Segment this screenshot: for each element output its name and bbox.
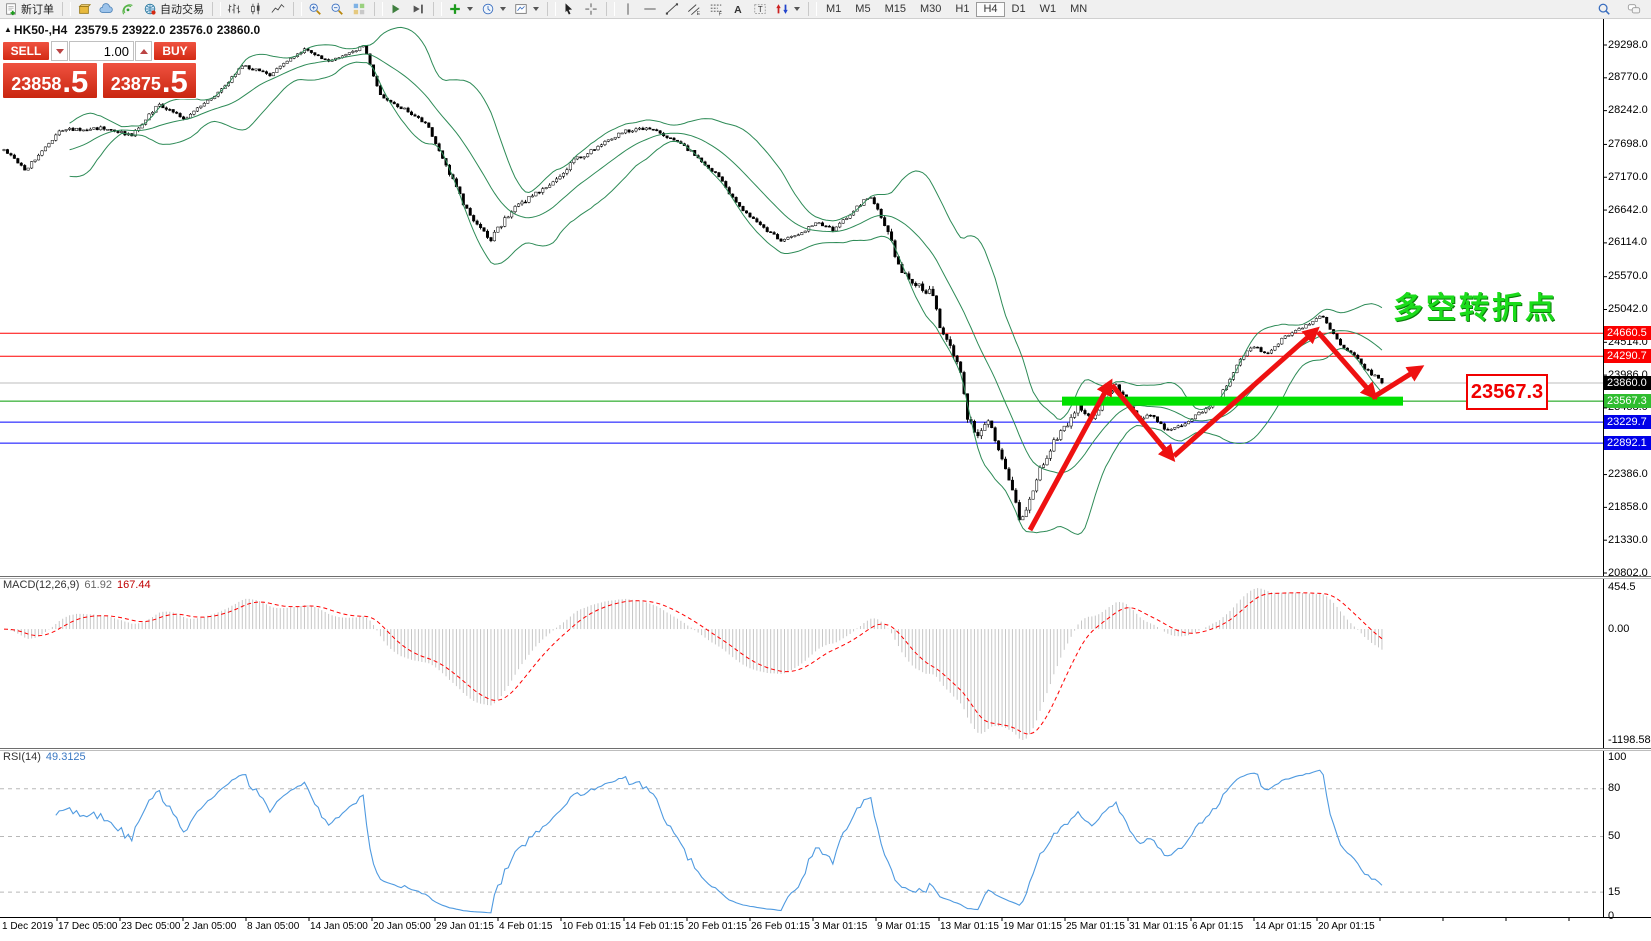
sell-button[interactable]: SELL (2, 41, 50, 61)
triangle-down-icon (56, 49, 64, 54)
ohlc-high: 23922.0 (122, 23, 165, 37)
turning-point-annotation[interactable]: 多空转折点 (1393, 283, 1558, 327)
chart-header: ▲HK50-,H4 23579.5 23922.0 23576.0 23860.0 (4, 23, 264, 37)
symbol-period-label: HK50-,H4 (14, 23, 67, 37)
macd-panel (4, 588, 1382, 740)
buy-price-pips: .5 (162, 66, 188, 97)
buy-price-button[interactable]: 23875.5 (102, 62, 198, 99)
support-price-label[interactable]: 23567.3 (1466, 374, 1548, 410)
chart-marker-icon: ▲ (4, 25, 12, 34)
macd-signal-value: 167.44 (117, 579, 151, 591)
mt4-window: 新订单自动交易 M1M5M15M30H1H4D1W1MN ▲HK50-,H4 2… (0, 0, 1651, 941)
rsi-indicator-label: RSI(14) 49.3125 (3, 751, 86, 763)
buy-price-main: 23875 (111, 71, 161, 97)
one-click-trade-panel: SELL 1.00 BUY 23858.5 23875.5 (2, 41, 197, 99)
rsi-panel (0, 770, 1603, 913)
rsi-value: 49.3125 (46, 751, 86, 763)
sell-price-button[interactable]: 23858.5 (2, 62, 98, 99)
buy-button[interactable]: BUY (153, 41, 197, 61)
ohlc-close: 23860.0 (217, 23, 260, 37)
chart-canvas[interactable] (0, 0, 1651, 941)
sell-price-main: 23858 (11, 71, 61, 97)
volume-increase-button[interactable] (135, 41, 152, 61)
rsi-name: RSI(14) (3, 751, 41, 763)
sell-price-pips: .5 (62, 66, 88, 97)
volume-decrease-button[interactable] (51, 41, 68, 61)
triangle-up-icon (140, 49, 148, 54)
ohlc-low: 23576.0 (169, 23, 212, 37)
volume-input[interactable]: 1.00 (69, 41, 134, 61)
main-chart-panel (0, 27, 1603, 534)
macd-value: 61.92 (84, 579, 112, 591)
macd-name: MACD(12,26,9) (3, 579, 79, 591)
ohlc-open: 23579.5 (75, 23, 118, 37)
macd-indicator-label: MACD(12,26,9) 61.92 167.44 (3, 579, 151, 591)
